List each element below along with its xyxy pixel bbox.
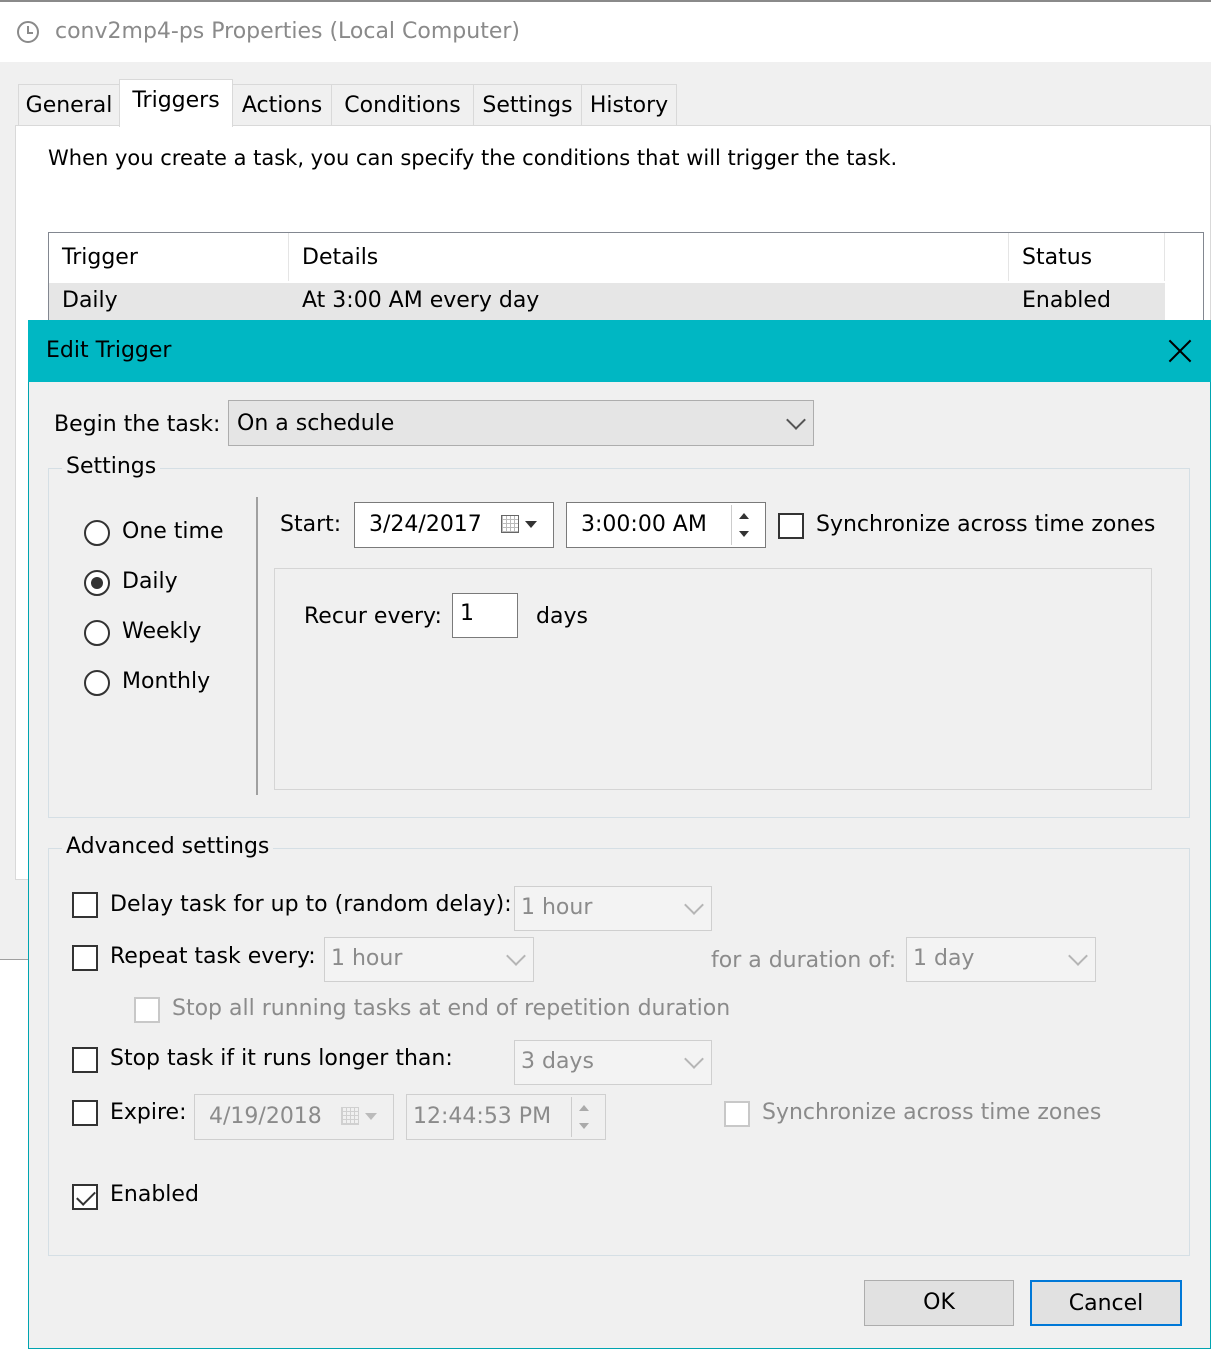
stop-all-tasks-checkbox[interactable] bbox=[134, 997, 160, 1023]
tab-conditions[interactable]: Conditions bbox=[331, 84, 474, 126]
dropdown-arrow-icon[interactable] bbox=[365, 1113, 377, 1120]
chevron-down-icon bbox=[786, 410, 806, 430]
ok-button[interactable]: OK bbox=[864, 1280, 1014, 1326]
expire-date-value: 4/19/2018 bbox=[209, 1104, 322, 1129]
recur-unit-label: days bbox=[536, 604, 588, 629]
expire-time-field[interactable]: 12:44:53 PM bbox=[406, 1094, 606, 1140]
expire-sync-checkbox[interactable] bbox=[724, 1101, 750, 1127]
start-time-field[interactable]: 3:00:00 AM bbox=[566, 502, 766, 548]
recur-every-value: 1 bbox=[460, 601, 474, 626]
radio-monthly-label[interactable]: Monthly bbox=[122, 669, 210, 694]
radio-weekly[interactable] bbox=[84, 620, 110, 646]
begin-task-value: On a schedule bbox=[237, 411, 395, 436]
cell-details: At 3:00 AM every day bbox=[302, 288, 540, 313]
triggers-description: When you create a task, you can specify … bbox=[48, 146, 898, 170]
advanced-settings-title: Advanced settings bbox=[62, 834, 274, 859]
delay-task-select[interactable]: 1 hour bbox=[514, 886, 712, 931]
stop-all-tasks-label[interactable]: Stop all running tasks at end of repetit… bbox=[172, 996, 730, 1021]
cell-trigger: Daily bbox=[62, 288, 118, 313]
radio-one-time-label[interactable]: One time bbox=[122, 519, 224, 544]
sync-time-zones-label[interactable]: Synchronize across time zones bbox=[816, 512, 1155, 537]
dialog-title: Edit Trigger bbox=[46, 338, 172, 363]
edit-trigger-titlebar: Edit Trigger bbox=[28, 320, 1211, 382]
tab-triggers[interactable]: Triggers bbox=[119, 79, 233, 127]
expire-checkbox[interactable] bbox=[72, 1100, 98, 1126]
chevron-down-icon bbox=[684, 1049, 704, 1069]
enabled-checkbox[interactable] bbox=[72, 1184, 98, 1210]
repeat-task-label[interactable]: Repeat task every: bbox=[110, 944, 316, 969]
tab-history[interactable]: History bbox=[581, 84, 677, 126]
chevron-down-icon bbox=[684, 895, 704, 915]
start-date-picker[interactable]: 3/24/2017 bbox=[354, 502, 554, 548]
expire-sync-label[interactable]: Synchronize across time zones bbox=[762, 1100, 1101, 1125]
properties-window-title: conv2mp4-ps Properties (Local Computer) bbox=[55, 19, 520, 44]
radio-daily[interactable] bbox=[84, 570, 110, 596]
clock-icon bbox=[17, 21, 39, 43]
properties-window-titlebar: conv2mp4-ps Properties (Local Computer) bbox=[0, 0, 1211, 62]
time-spinner-icon[interactable] bbox=[571, 1097, 595, 1137]
stop-if-longer-value: 3 days bbox=[521, 1049, 594, 1074]
close-icon[interactable] bbox=[1163, 334, 1197, 368]
sync-time-zones-checkbox[interactable] bbox=[778, 513, 804, 539]
duration-value: 1 day bbox=[913, 946, 975, 971]
repeat-task-value: 1 hour bbox=[331, 946, 403, 971]
duration-select[interactable]: 1 day bbox=[906, 937, 1096, 982]
cancel-button[interactable]: Cancel bbox=[1030, 1280, 1182, 1326]
expire-label[interactable]: Expire: bbox=[110, 1100, 187, 1125]
enabled-label[interactable]: Enabled bbox=[110, 1182, 199, 1207]
repeat-task-select[interactable]: 1 hour bbox=[324, 937, 534, 982]
calendar-icon[interactable] bbox=[341, 1107, 359, 1125]
settings-group-title: Settings bbox=[62, 454, 161, 479]
stop-if-longer-checkbox[interactable] bbox=[72, 1047, 98, 1073]
column-header-status[interactable]: Status bbox=[1009, 233, 1165, 281]
stop-if-longer-label[interactable]: Stop task if it runs longer than: bbox=[110, 1046, 453, 1071]
radio-weekly-label[interactable]: Weekly bbox=[122, 619, 201, 644]
tab-general[interactable]: General bbox=[18, 84, 120, 126]
tab-settings[interactable]: Settings bbox=[473, 84, 582, 126]
begin-task-label: Begin the task: bbox=[54, 412, 221, 437]
begin-task-select[interactable]: On a schedule bbox=[228, 400, 814, 446]
start-date-value: 3/24/2017 bbox=[369, 512, 482, 537]
repeat-task-checkbox[interactable] bbox=[72, 945, 98, 971]
recur-panel bbox=[274, 568, 1152, 790]
cell-status: Enabled bbox=[1022, 288, 1111, 313]
chevron-down-icon bbox=[506, 946, 526, 966]
start-label: Start: bbox=[280, 512, 342, 537]
dropdown-arrow-icon[interactable] bbox=[525, 521, 537, 528]
column-header-trigger[interactable]: Trigger bbox=[49, 233, 289, 281]
delay-task-value: 1 hour bbox=[521, 895, 593, 920]
stop-if-longer-select[interactable]: 3 days bbox=[514, 1040, 712, 1085]
triggers-table[interactable]: Trigger Details Status Daily At 3:00 AM … bbox=[48, 232, 1204, 332]
expire-date-picker[interactable]: 4/19/2018 bbox=[194, 1094, 394, 1140]
delay-task-checkbox[interactable] bbox=[72, 892, 98, 918]
calendar-icon[interactable] bbox=[501, 515, 519, 533]
start-time-value: 3:00:00 AM bbox=[581, 512, 707, 537]
delay-task-label[interactable]: Delay task for up to (random delay): bbox=[110, 892, 512, 917]
radio-monthly[interactable] bbox=[84, 670, 110, 696]
duration-label: for a duration of: bbox=[711, 948, 897, 973]
table-row[interactable] bbox=[49, 283, 1165, 321]
time-spinner-icon[interactable] bbox=[731, 505, 755, 545]
recur-every-label: Recur every: bbox=[304, 604, 442, 629]
chevron-down-icon bbox=[1068, 946, 1088, 966]
radio-one-time[interactable] bbox=[84, 520, 110, 546]
radio-daily-label[interactable]: Daily bbox=[122, 569, 178, 594]
tab-actions[interactable]: Actions bbox=[232, 84, 332, 126]
expire-time-value: 12:44:53 PM bbox=[413, 1104, 552, 1129]
column-header-details[interactable]: Details bbox=[289, 233, 1009, 281]
vertical-separator bbox=[256, 497, 258, 795]
recur-every-input[interactable]: 1 bbox=[452, 593, 518, 638]
